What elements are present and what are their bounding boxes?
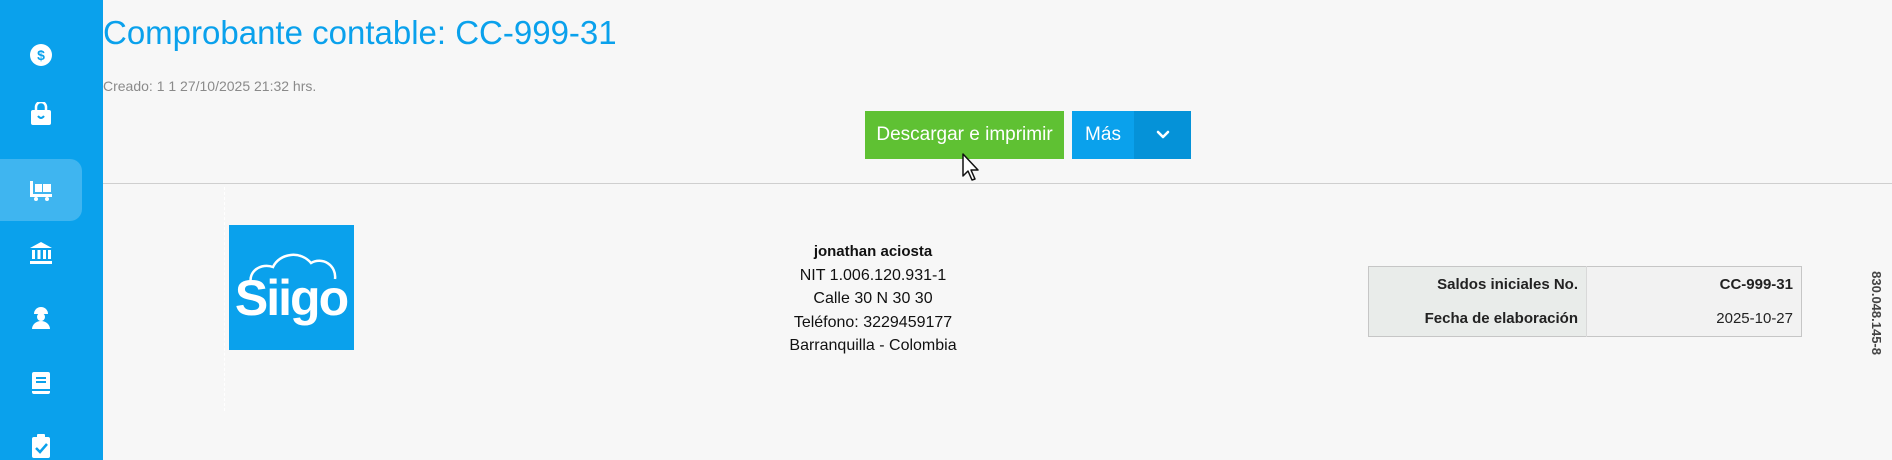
row-label: Fecha de elaboración [1368,301,1587,337]
siigo-logo: Siigo [235,253,350,326]
more-button-label: Más [1085,124,1121,145]
sidebar-item-banks[interactable] [0,222,82,284]
worker-icon [32,307,50,329]
truck-delivery-icon [30,181,52,201]
page-title: Comprobante contable: CC-999-31 [103,14,617,51]
company-logo: Siigo [229,225,354,350]
sidebar-item-finance[interactable]: $ [0,24,82,86]
row-value: CC-999-31 [1719,275,1793,293]
sidebar-item-reports[interactable] [0,415,82,460]
voucher-info-table: Saldos iniciales No. CC-999-31 Fecha de … [1368,266,1802,337]
created-info: Creado: 1 1 27/10/2025 21:32 hrs. [103,78,317,94]
company-name: jonathan aciosta [813,243,933,260]
main-content: Comprobante contable: CC-999-31 Creado: … [103,0,1892,460]
table-row: Saldos iniciales No. CC-999-31 [1368,266,1802,302]
document-edge [224,187,226,411]
clipboard-check-icon [32,434,50,458]
dollar-coin-icon: $ [30,44,52,66]
sidebar-item-top-partial[interactable] [0,0,82,12]
side-vertical-text: 830.048.145-8 [1869,271,1884,355]
svg-text:$: $ [37,47,45,63]
book-icon [32,372,50,394]
row-label: Saldos iniciales No. [1368,266,1587,302]
company-phone: Teléfono: 3229459177 [793,313,953,331]
more-dropdown-button[interactable]: Más [1072,111,1191,159]
svg-text:Siigo: Siigo [235,270,348,326]
shopping-bag-icon [31,102,51,125]
bank-icon [30,242,52,264]
grid-icon [28,0,54,10]
divider [103,183,1892,184]
mouse-cursor-icon [962,153,979,181]
chevron-down-icon[interactable] [1134,111,1191,159]
sidebar-item-accounting[interactable] [0,352,82,414]
company-info: jonathan aciosta NIT 1.006.120.931-1 Cal… [743,240,1003,358]
company-city: Barranquilla - Colombia [789,337,957,354]
sidebar-item-inventory[interactable] [0,159,82,221]
row-value: 2025-10-27 [1716,310,1793,328]
sidebar: $ [0,0,103,460]
company-nit: NIT 1.006.120.931-1 [799,266,947,284]
company-address: Calle 30 N 30 30 [813,290,933,307]
table-row: Fecha de elaboración 2025-10-27 [1368,301,1802,337]
sidebar-item-payroll[interactable] [0,286,82,348]
sidebar-item-sales[interactable] [0,84,82,146]
